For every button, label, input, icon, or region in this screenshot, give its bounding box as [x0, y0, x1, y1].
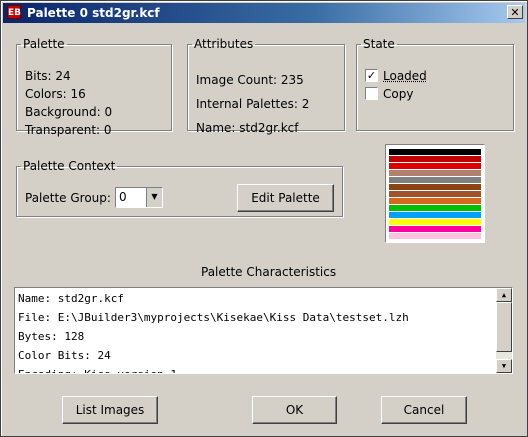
colors-label: Colors: 16 — [25, 87, 86, 101]
palette-group-label: Palette Group: — [25, 191, 111, 205]
vertical-scrollbar[interactable]: ▲ ▼ — [496, 288, 512, 373]
palette-context-legend: Palette Context — [23, 159, 116, 173]
palette-dialog: EB Palette 0 std2gr.kcf ✕ Palette Bits: … — [0, 0, 528, 437]
palette-color-band — [389, 156, 481, 162]
palette-color-band — [389, 149, 481, 155]
internal-palettes-label: Internal Palettes: 2 — [196, 97, 310, 111]
background-label: Background: 0 — [25, 105, 113, 119]
palette-color-band — [389, 219, 481, 225]
palette-group-select[interactable]: 0 ▼ — [115, 187, 163, 208]
palette-legend: Palette — [23, 37, 65, 51]
title-bar[interactable]: EB Palette 0 std2gr.kcf ✕ — [3, 3, 525, 23]
palette-color-band — [389, 163, 481, 169]
characteristics-line: File: E:\JBuilder3\myprojects\Kisekae\Ki… — [18, 311, 409, 324]
characteristics-line: Name: std2gr.kcf — [18, 292, 124, 305]
attributes-legend: Attributes — [194, 37, 254, 51]
characteristics-line: Encoding: Kiss version 1 — [18, 368, 177, 373]
characteristics-line: Bytes: 128 — [18, 330, 85, 343]
scroll-down-icon[interactable]: ▼ — [496, 359, 512, 373]
image-count-label: Image Count: 235 — [196, 73, 304, 87]
ok-button[interactable]: OK — [252, 396, 337, 424]
palette-color-band — [389, 177, 481, 183]
attributes-group: Attributes Image Count: 235 Internal Pal… — [187, 37, 345, 135]
state-group: State ✓ Loaded Copy — [356, 37, 514, 131]
characteristics-textarea[interactable]: ▲ ▼ Name: std2gr.kcf File: E:\JBuilder3\m… — [14, 287, 513, 374]
palette-color-band — [389, 184, 481, 190]
window-title: Palette 0 std2gr.kcf — [27, 6, 160, 20]
characteristics-line: Color Bits: 24 — [18, 349, 111, 362]
bits-label: Bits: 24 — [25, 69, 71, 83]
copy-checkbox[interactable] — [365, 87, 378, 100]
characteristics-title: Palette Characteristics — [201, 265, 337, 279]
loaded-label[interactable]: Loaded — [383, 69, 427, 83]
cancel-button[interactable]: Cancel — [381, 396, 467, 424]
name-label: Name: std2gr.kcf — [196, 121, 299, 135]
transparent-label: Transparent: 0 — [25, 123, 112, 137]
palette-group-value: 0 — [119, 190, 127, 204]
app-icon: EB — [7, 5, 21, 19]
loaded-checkbox[interactable]: ✓ — [365, 69, 378, 82]
palette-group: Palette Bits: 24 Colors: 16 Background: … — [16, 37, 172, 137]
palette-swatch — [385, 144, 485, 243]
edit-palette-button[interactable]: Edit Palette — [237, 184, 334, 212]
palette-color-band — [389, 170, 481, 176]
palette-color-band — [389, 226, 481, 232]
palette-color-band — [389, 198, 481, 204]
palette-color-band — [389, 191, 481, 197]
palette-color-band — [389, 212, 481, 218]
palette-color-band — [389, 233, 481, 239]
palette-context-group: Palette Context Palette Group: 0 ▼ Edit … — [16, 159, 343, 217]
state-legend: State — [363, 37, 395, 51]
scroll-up-icon[interactable]: ▲ — [496, 288, 512, 302]
chevron-down-icon[interactable]: ▼ — [146, 188, 162, 207]
close-icon[interactable]: ✕ — [507, 5, 523, 19]
copy-label[interactable]: Copy — [383, 87, 413, 101]
palette-color-band — [389, 205, 481, 211]
scroll-thumb[interactable] — [496, 302, 512, 352]
list-images-button[interactable]: List Images — [62, 396, 158, 424]
